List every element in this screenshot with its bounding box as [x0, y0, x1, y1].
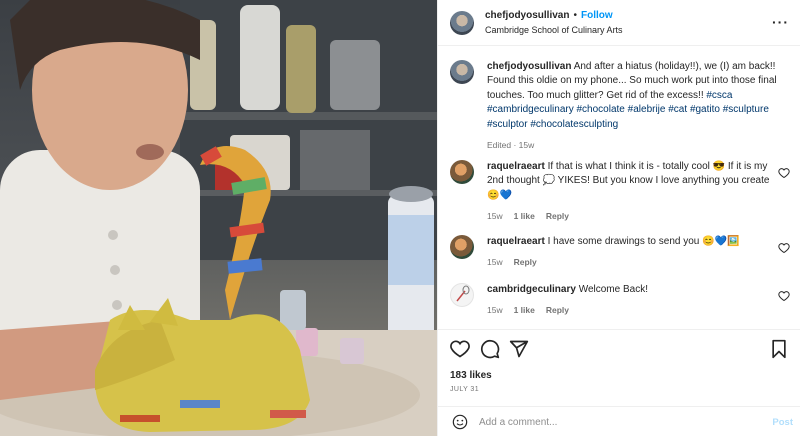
add-comment-bar: Post	[438, 406, 800, 436]
commenter-avatar[interactable]	[450, 235, 474, 259]
hashtag[interactable]: #csca	[706, 90, 732, 101]
author-avatar[interactable]	[450, 10, 474, 35]
hashtag[interactable]: #cat	[668, 104, 687, 115]
comment-age: 15w	[487, 305, 503, 316]
photo-illustration	[0, 0, 437, 436]
post-actions: 183 likes JULY 31 Post	[438, 329, 800, 435]
hashtag[interactable]: #alebrije	[628, 104, 666, 115]
comment-body: raquelraeart If that is what I think it …	[487, 160, 780, 224]
comment-meta: 15w 1 like Reply	[487, 209, 780, 223]
comment-age: 15w	[487, 257, 503, 268]
comment-likes[interactable]: 1 like	[514, 305, 535, 315]
post-header: chefjodyosullivan • Follow Cambridge Schoo…	[438, 0, 800, 46]
bookmark-icon[interactable]	[770, 339, 788, 359]
commenter-avatar[interactable]	[450, 160, 474, 184]
follow-button[interactable]: Follow	[581, 10, 613, 21]
like-comment-icon[interactable]	[778, 290, 790, 302]
hashtag[interactable]: #cambridgeculinary	[487, 104, 574, 115]
comment-username[interactable]: raquelraeart	[487, 236, 545, 247]
caption-meta: Edited · 15w	[487, 138, 780, 152]
post-photo[interactable]	[0, 0, 437, 436]
comment-body: raquelraeart I have some drawings to sen…	[487, 235, 780, 270]
separator-dot: •	[573, 9, 577, 21]
caption-avatar[interactable]	[450, 60, 474, 84]
post-comment-button[interactable]: Post	[772, 417, 793, 428]
action-bar	[450, 339, 790, 361]
whisk-logo-icon	[456, 285, 470, 302]
share-icon[interactable]	[509, 339, 529, 359]
reply-button[interactable]: Reply	[546, 305, 569, 315]
hashtag[interactable]: #sculpture	[723, 104, 769, 115]
reply-button[interactable]: Reply	[546, 211, 569, 221]
post-date[interactable]: JULY 31	[450, 386, 479, 393]
author-username[interactable]: chefjodyosullivan	[485, 10, 569, 21]
like-comment-icon[interactable]	[778, 242, 790, 254]
like-icon[interactable]	[450, 339, 470, 359]
reply-button[interactable]: Reply	[514, 257, 537, 267]
comment-input[interactable]	[479, 413, 749, 431]
hashtag[interactable]: #gatito	[690, 104, 720, 115]
comment-body: cambridgeculinary Welcome Back! 15w 1 lik…	[487, 283, 780, 318]
likes-count[interactable]: 183 likes	[450, 370, 492, 381]
emoji-icon[interactable]	[452, 414, 468, 430]
post-dialog: chefjodyosullivan • Follow Cambridge Schoo…	[0, 0, 800, 436]
comment-meta: 15w Reply	[487, 255, 780, 269]
post-side-panel: chefjodyosullivan • Follow Cambridge Schoo…	[437, 0, 800, 436]
comment-username[interactable]: cambridgeculinary	[487, 284, 576, 295]
comment-likes[interactable]: 1 like	[514, 211, 535, 221]
more-horizontal-icon[interactable]: ···	[772, 14, 789, 30]
like-comment-icon[interactable]	[778, 167, 790, 179]
caption-username[interactable]: chefjodyosullivan	[487, 61, 571, 72]
comment-meta: 15w 1 like Reply	[487, 303, 780, 317]
hashtag[interactable]: #chocolate	[577, 104, 625, 115]
comment-text: I have some drawings to send you 😊💙🖼️	[547, 236, 740, 247]
comments-list[interactable]: chefjodyosullivan And after a hiatus (ho…	[438, 47, 800, 329]
commenter-avatar[interactable]	[450, 283, 474, 307]
caption-body: chefjodyosullivan And after a hiatus (ho…	[487, 60, 780, 152]
comment-age: 15w	[487, 211, 503, 222]
hashtag[interactable]: #sculptor	[487, 119, 528, 130]
comment-username[interactable]: raquelraeart	[487, 161, 545, 172]
author-info: chefjodyosullivan • Follow Cambridge Schoo…	[485, 9, 623, 37]
hashtag[interactable]: #chocolatesculpting	[530, 119, 618, 130]
comment-icon[interactable]	[480, 339, 500, 359]
caption-edited-age: Edited · 15w	[487, 140, 535, 151]
comment-text: Welcome Back!	[578, 284, 648, 295]
post-location[interactable]: Cambridge School of Culinary Arts	[485, 23, 623, 37]
